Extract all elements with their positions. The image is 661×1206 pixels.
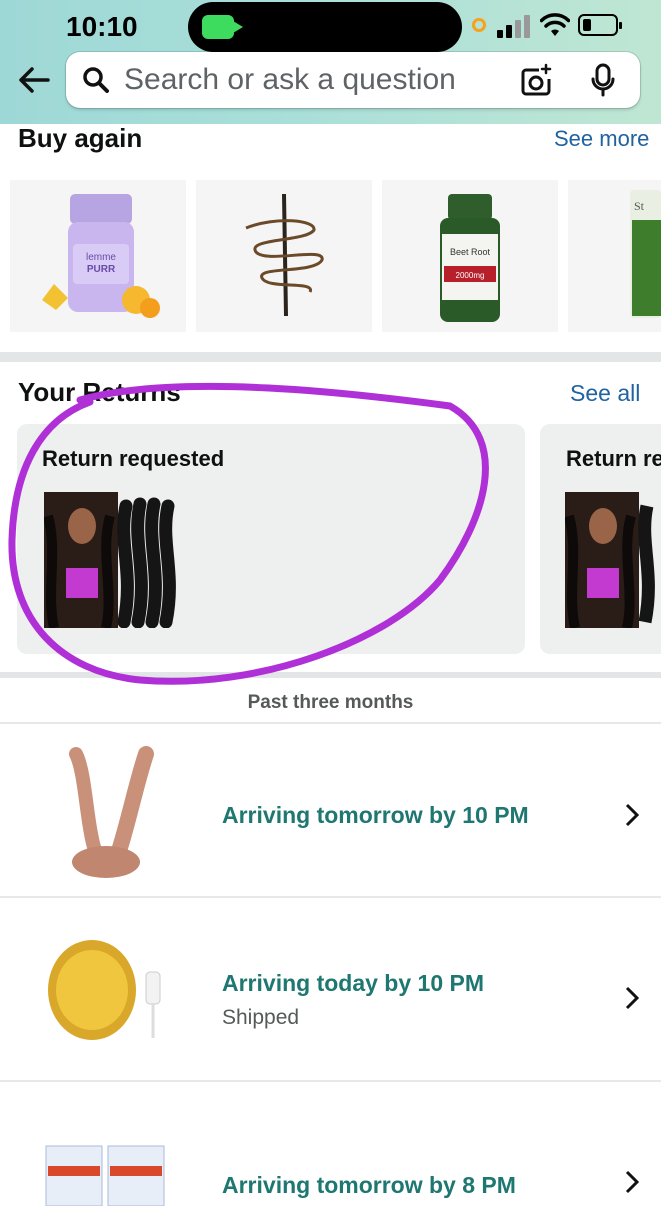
cellular-signal-icon bbox=[497, 14, 533, 38]
status-time: 10:10 bbox=[66, 11, 138, 42]
buy-again-title: Buy again bbox=[18, 123, 143, 153]
order-row[interactable]: Arriving tomorrow by 10 PM bbox=[0, 722, 661, 898]
see-all-link[interactable]: See all bbox=[570, 380, 640, 407]
search-input[interactable]: Search or ask a question bbox=[124, 63, 456, 97]
hair-extension-thumbnails-2 bbox=[565, 492, 655, 628]
see-more-link[interactable]: See more bbox=[554, 126, 649, 152]
return-status-label-2: Return requested bbox=[566, 446, 661, 471]
buy-again-product-3[interactable]: Beet Root 2000mg bbox=[382, 180, 558, 332]
order-row[interactable]: Arriving today by 10 PM Shipped bbox=[0, 896, 661, 1082]
order-product-image bbox=[69, 746, 154, 878]
facetime-camera-icon bbox=[202, 15, 243, 39]
section-divider bbox=[0, 352, 661, 362]
order-product-image bbox=[45, 1145, 165, 1206]
order-shipping-status: Shipped bbox=[222, 1006, 300, 1029]
order-delivery-status: Arriving tomorrow by 10 PM bbox=[222, 802, 529, 828]
chevron-right-icon bbox=[625, 1170, 640, 1194]
beet-root-bottle-image: Beet Root 2000mg bbox=[440, 194, 500, 322]
buy-again-product-2[interactable] bbox=[196, 180, 372, 332]
gummies-bottle-image: lemme PURR bbox=[42, 194, 160, 318]
battery-icon bbox=[578, 14, 622, 36]
order-delivery-status: Arriving today by 10 PM bbox=[222, 970, 485, 996]
order-delivery-status: Arriving tomorrow by 8 PM bbox=[222, 1172, 516, 1198]
microphone-icon[interactable] bbox=[590, 63, 616, 97]
buy-again-product-4[interactable]: St bbox=[568, 180, 661, 332]
camera-lens-icon[interactable] bbox=[519, 63, 553, 97]
dynamic-island bbox=[188, 2, 462, 52]
gummies-brand: lemme bbox=[86, 252, 116, 263]
mic-in-use-indicator-icon bbox=[472, 18, 486, 32]
hair-extension-thumbnails bbox=[44, 492, 176, 628]
wifi-icon bbox=[540, 13, 570, 36]
eyebrow-pencil-image bbox=[245, 193, 324, 317]
app-header: 10:10 Search or ask a question bbox=[0, 0, 661, 124]
chevron-right-icon bbox=[625, 803, 640, 827]
status-bar: 10:10 bbox=[0, 0, 661, 52]
order-row[interactable]: Arriving tomorrow by 8 PM bbox=[0, 1080, 661, 1206]
gummies-name: PURR bbox=[87, 264, 116, 275]
buy-again-product-1[interactable]: lemme PURR bbox=[10, 180, 186, 332]
beet-root-label: Beet Root bbox=[450, 247, 491, 257]
st-ives-tube-image: St bbox=[630, 190, 661, 318]
past-three-months-label: Past three months bbox=[247, 692, 414, 713]
section-divider-2 bbox=[0, 672, 661, 678]
return-status-label: Return requested bbox=[42, 446, 225, 471]
search-icon bbox=[83, 67, 109, 93]
svg-text:St: St bbox=[634, 199, 645, 213]
search-bar[interactable]: Search or ask a question bbox=[66, 52, 640, 108]
order-product-image bbox=[48, 940, 161, 1040]
chevron-right-icon bbox=[625, 986, 640, 1010]
back-arrow-icon[interactable] bbox=[14, 62, 54, 98]
beet-root-dose: 2000mg bbox=[456, 271, 485, 280]
your-returns-title: Your Returns bbox=[18, 377, 181, 407]
